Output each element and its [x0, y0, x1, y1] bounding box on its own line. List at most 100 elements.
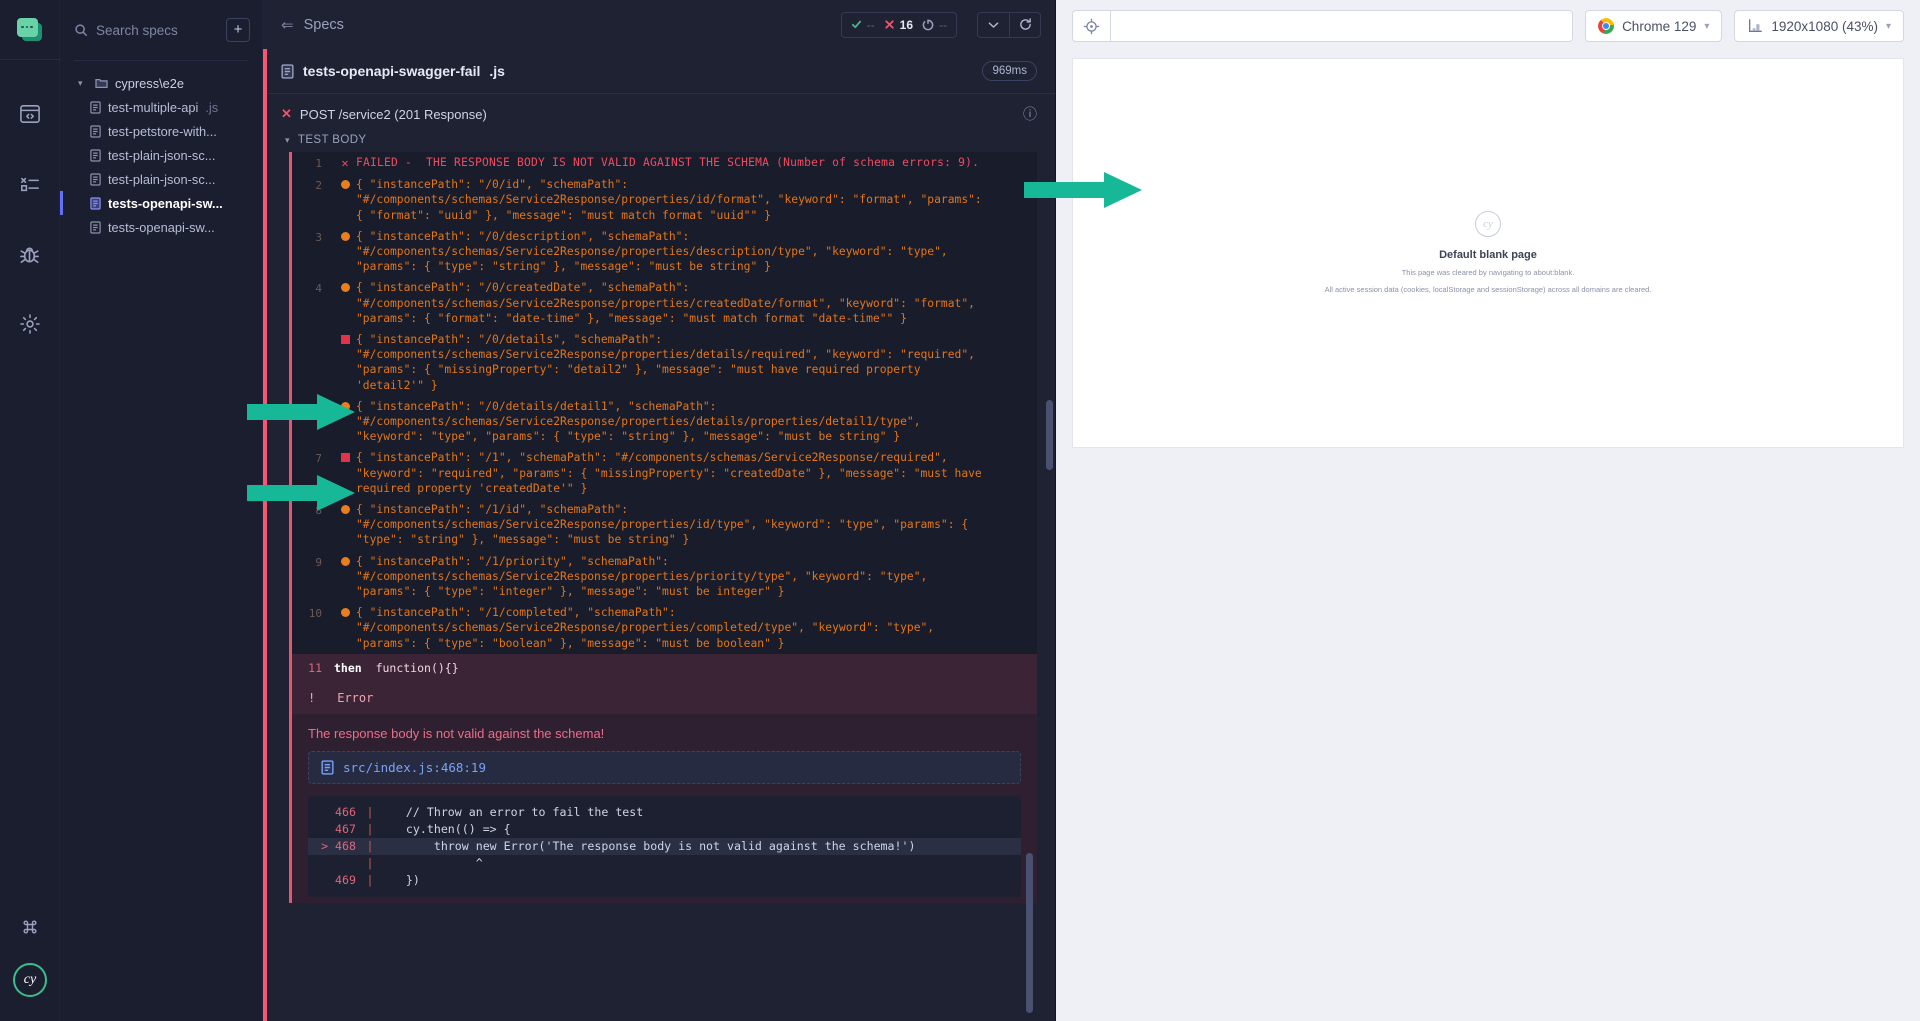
error-header: ! Error — [292, 681, 1037, 714]
file-icon — [90, 172, 101, 186]
cross-icon — [885, 20, 894, 29]
test-body-toggle[interactable]: ▾ TEST BODY — [263, 126, 1055, 152]
command-log-block: 1 ✕ FAILED - THE RESPONSE BODY IS NOT VA… — [289, 152, 1037, 654]
log-line-marker — [334, 177, 356, 223]
code-gutter-bar: | — [366, 838, 374, 853]
spec-item-ext: .js — [205, 99, 219, 115]
test-title-row[interactable]: ✕ POST /service2 (201 Response) ⓘ — [263, 94, 1055, 126]
search-icon — [75, 24, 87, 36]
error-code-frame: 466 | // Throw an error to fail the test… — [308, 795, 1021, 897]
code-line: 467 | cy.then(() => { — [308, 821, 1021, 838]
back-to-specs-label[interactable]: Specs — [304, 17, 344, 33]
log-line-marker — [334, 554, 356, 600]
runnables-container: ✕ POST /service2 (201 Response) ⓘ ▾ TEST… — [263, 94, 1055, 1021]
specs-icon[interactable] — [8, 162, 52, 206]
spec-item-tests-openapi-sw-2[interactable]: tests-openapi-sw... — [60, 215, 262, 239]
keyboard-shortcuts-icon[interactable] — [8, 905, 52, 949]
file-icon — [90, 100, 101, 114]
log-line-4[interactable]: 4 { "instancePath": "/0/createdDate", "s… — [292, 277, 1037, 329]
log-line-9[interactable]: 9 { "instancePath": "/1/priority", "sche… — [292, 551, 1037, 603]
search-input[interactable]: Search specs — [74, 23, 218, 38]
spec-item-label: test-plain-json-sc... — [108, 171, 216, 187]
code-line-text: ^ — [378, 855, 483, 870]
log-line-marker — [334, 229, 356, 275]
spec-title-bar: tests-openapi-swagger-fail .js 969ms — [263, 49, 1055, 94]
spec-item-test-plain-json-sc-1[interactable]: test-plain-json-sc... — [60, 143, 262, 167]
spec-item-test-petstore-with[interactable]: test-petstore-with... — [60, 119, 262, 143]
add-spec-button[interactable]: + — [226, 18, 250, 42]
selector-playground-button[interactable] — [1073, 11, 1111, 41]
spec-item-test-multiple-api[interactable]: test-multiple-api .js — [60, 95, 262, 119]
error-file-row[interactable]: src/index.js:468:19 — [308, 750, 1021, 784]
specs-tree: ▾ cypress\e2e test-multiple-api .js test-… — [60, 71, 262, 239]
code-line-text: throw new Error('The response body is no… — [378, 838, 916, 853]
spec-ext: .js — [489, 63, 505, 79]
viewport-selector[interactable]: 1920x1080 (43%) ▾ — [1734, 10, 1904, 42]
gear-icon[interactable] — [8, 302, 52, 346]
blank-page-line2: All active session data (cookies, localS… — [1324, 285, 1652, 294]
check-icon — [851, 20, 861, 29]
spec-item-label: test-multiple-api — [108, 99, 199, 115]
log-line-2[interactable]: 2 { "instancePath": "/0/id", "schemaPath… — [292, 174, 1037, 226]
spec-item-label: test-petstore-with... — [108, 123, 217, 139]
then-command-row[interactable]: 11 then function(){} — [289, 653, 1037, 682]
blank-page-title: Default blank page — [1439, 249, 1537, 261]
spec-folder-row[interactable]: ▾ cypress\e2e — [60, 71, 262, 95]
cypress-logo-icon — [16, 17, 43, 42]
spec-item-test-plain-json-sc-2[interactable]: test-plain-json-sc... — [60, 167, 262, 191]
spec-item-label: tests-openapi-sw... — [108, 195, 223, 211]
arrow-to-detail1-type-line — [245, 473, 355, 513]
info-icon[interactable]: ⓘ — [1023, 104, 1037, 124]
rail-bottom-group: cy — [0, 905, 60, 1021]
default-blank-page: cy Default blank page This page was clea… — [1072, 58, 1904, 448]
chevron-down-icon: ▾ — [285, 134, 290, 145]
log-line-text: { "instancePath": "/0/details/detail1", … — [356, 399, 921, 444]
error-message: The response body is not valid against t… — [308, 725, 605, 741]
runs-icon[interactable] — [8, 92, 52, 136]
log-line-1[interactable]: 1 ✕ FAILED - THE RESPONSE BODY IS NOT VA… — [292, 152, 1037, 174]
code-line-number: > 468 — [308, 838, 362, 855]
test-title: POST /service2 (201 Response) — [299, 106, 487, 122]
log-line-8[interactable]: 8 { "instancePath": "/1/id", "schemaPath… — [292, 499, 1037, 551]
browser-label: Chrome 129 — [1622, 18, 1697, 34]
cypress-logo[interactable] — [0, 0, 60, 60]
spec-name: tests-openapi-swagger-fail — [303, 63, 481, 79]
code-line-marker: > — [321, 838, 329, 853]
reporter-scrollbar[interactable] — [1046, 400, 1053, 470]
error-file-link[interactable]: src/index.js:468:19 — [343, 760, 486, 775]
log-line-6[interactable]: { "instancePath": "/0/details/detail1", … — [292, 396, 1037, 448]
log-line-text: { "instancePath": "/0/description", "sch… — [356, 229, 948, 274]
spec-item-tests-openapi-sw-selected[interactable]: tests-openapi-sw... — [60, 191, 262, 215]
back-to-specs-icon[interactable]: ⇐ — [281, 16, 294, 34]
chevron-down-button[interactable] — [978, 13, 1009, 37]
log-line-text: { "instancePath": "/0/createdDate", "sch… — [356, 281, 975, 325]
browser-selector[interactable]: Chrome 129 ▾ — [1585, 10, 1723, 42]
url-input[interactable] — [1111, 11, 1573, 41]
test-failed-icon: ✕ — [281, 106, 292, 121]
test-stats-group: -- 16 -- — [840, 11, 957, 38]
specs-panel: Search specs + ▾ cypress\e2e test-multip… — [60, 0, 263, 1021]
log-line-text: { "instancePath": "/1/priority", "schema… — [356, 554, 928, 599]
log-line-3[interactable]: 3 { "instancePath": "/0/description", "s… — [292, 226, 1037, 278]
url-bar — [1072, 10, 1574, 42]
log-line-10[interactable]: 10 { "instancePath": "/1/completed", "sc… — [292, 602, 1037, 654]
log-line-7[interactable]: 7 { "instancePath": "/1", "schemaPath": … — [292, 447, 1037, 499]
aut-stage: cy Default blank page This page was clea… — [1056, 52, 1920, 1021]
log-line-5[interactable]: { "instancePath": "/0/details", "schemaP… — [292, 329, 1037, 396]
viewport-icon — [1749, 19, 1763, 32]
log-line-number: 4 — [315, 282, 322, 296]
test-body-label: TEST BODY — [297, 134, 367, 146]
code-line: 469 | }) — [308, 872, 1021, 889]
debug-icon[interactable] — [8, 232, 52, 276]
restart-button[interactable] — [1009, 12, 1040, 37]
error-scrollbar[interactable] — [1026, 853, 1033, 1013]
log-line-marker — [334, 332, 356, 393]
spec-item-label: tests-openapi-sw... — [108, 219, 215, 235]
cypress-watermark-icon: cy — [1475, 211, 1501, 237]
code-gutter-bar: | — [366, 821, 374, 836]
chrome-icon — [1598, 18, 1615, 34]
code-line-highlighted: > 468 | throw new Error('The response bo… — [308, 837, 1021, 855]
arrow-to-details-required-line — [245, 392, 355, 432]
cypress-account-badge[interactable]: cy — [13, 963, 47, 997]
specs-search-row: Search specs + — [60, 0, 262, 60]
